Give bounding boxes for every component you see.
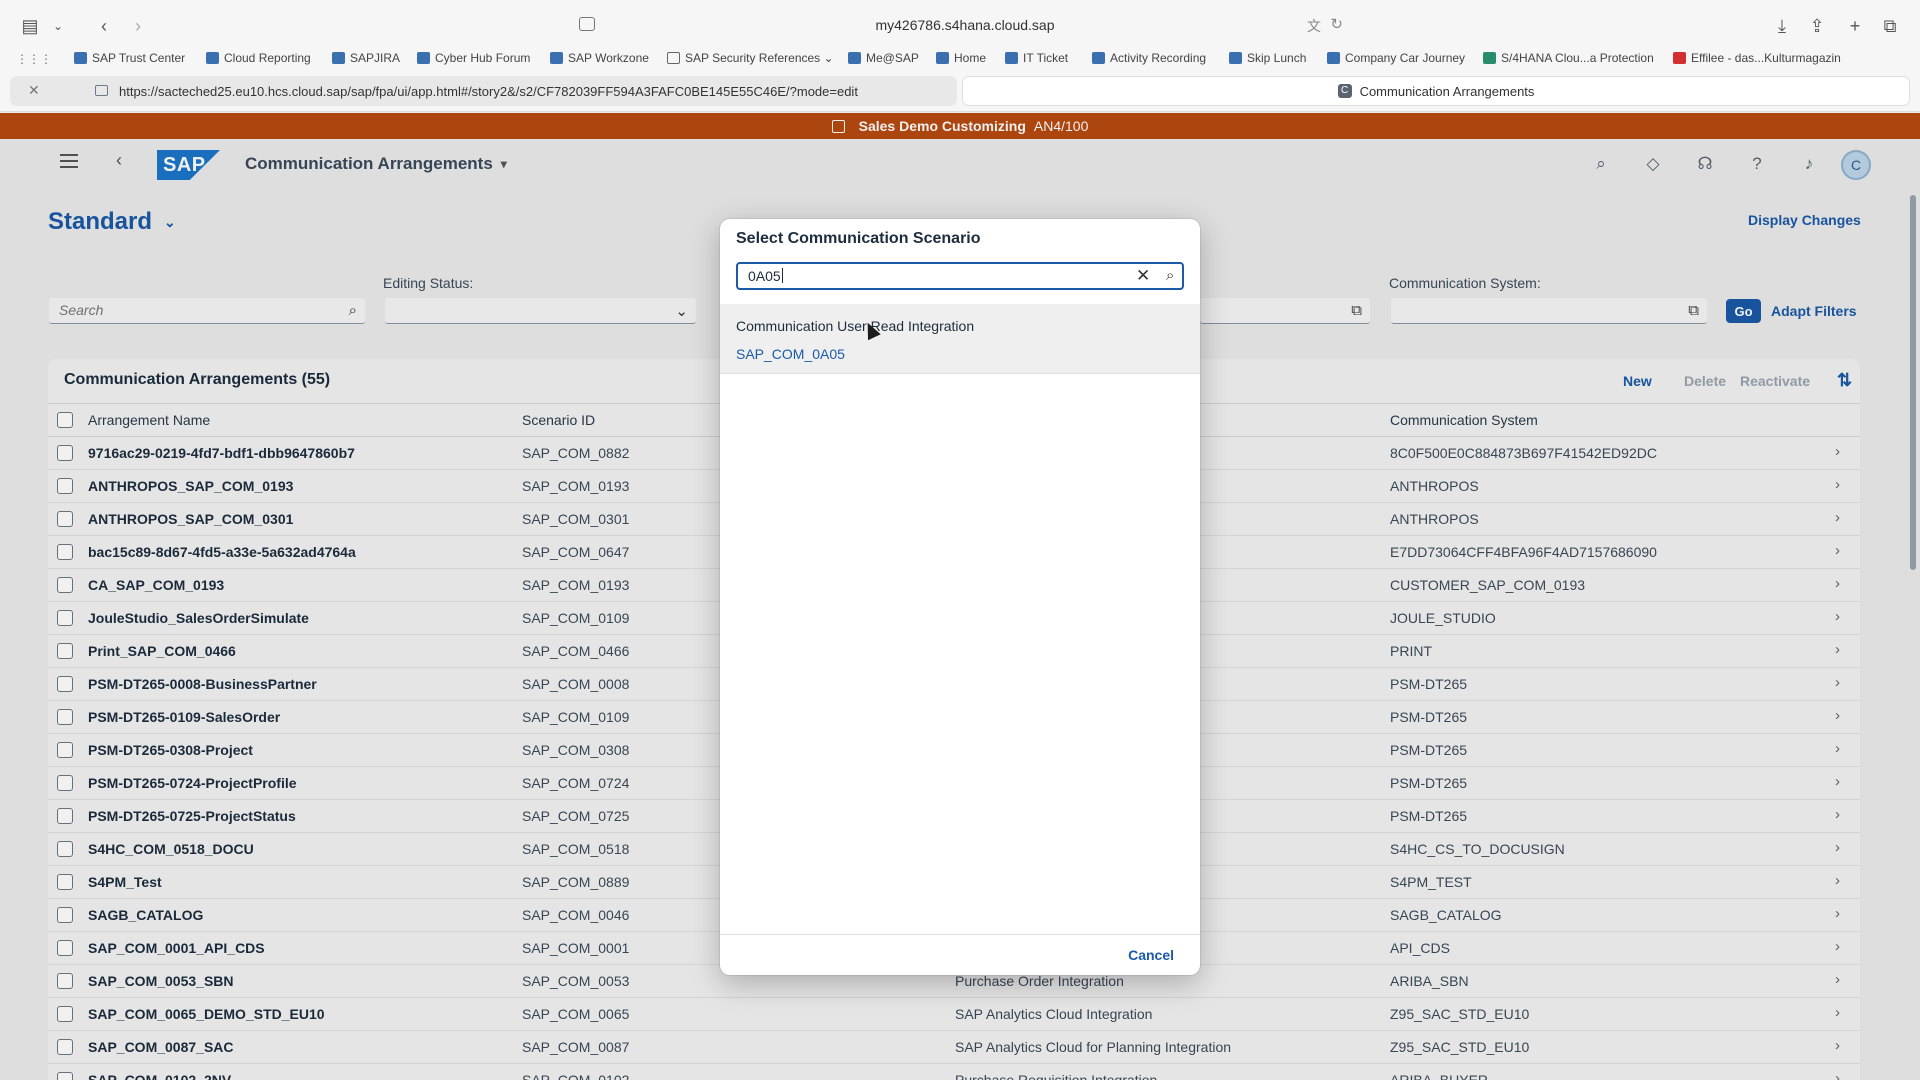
translate-icon[interactable]: 文 (1307, 16, 1321, 36)
bookmark-icon (206, 52, 219, 64)
tab-title: Communication Arrangements (1359, 83, 1535, 99)
browser-nav-row: ▤ ⌄ ‹ › my426786.s4hana.cloud.sap 文 ↻ ⤓ … (0, 0, 1920, 50)
bookmark-icon (936, 52, 949, 64)
bookmark-icon (1673, 52, 1686, 64)
share-icon[interactable]: ⇪ (1803, 12, 1831, 40)
back-icon[interactable]: ‹ (90, 12, 118, 40)
bookmark[interactable]: Me@SAP (848, 51, 919, 65)
bookmark-icon (1092, 52, 1105, 64)
download-icon[interactable]: ⤓ (1768, 12, 1796, 40)
bookmark-icon (1483, 52, 1496, 64)
dialog-title: Select Communication Scenario (736, 230, 981, 247)
bookmark[interactable]: SAP Security References ⌄ (667, 51, 834, 65)
scenario-id: SAP_COM_0A05 (736, 346, 845, 362)
text-caret (781, 268, 783, 283)
bookmark[interactable]: Skip Lunch (1229, 51, 1306, 65)
bookmark-icon (1005, 52, 1018, 64)
reload-icon[interactable]: ↻ (1330, 15, 1343, 33)
bookmark[interactable]: SAPJIRA (332, 51, 400, 65)
scenario-name: Communication User Read Integration (736, 318, 975, 334)
bookmark-icon (417, 52, 430, 64)
browser-tabs: ✕ https://sacteched25.eu10.hcs.cloud.sap… (0, 76, 1920, 106)
bookmark[interactable]: SAP Trust Center (74, 51, 185, 65)
cancel-button[interactable]: Cancel (1128, 947, 1174, 963)
bookmark[interactable]: Cloud Reporting (206, 51, 311, 65)
new-tab-icon[interactable]: + (1841, 12, 1869, 40)
close-icon[interactable]: ✕ (28, 82, 40, 99)
tab-overview-icon[interactable]: ⧉ (1876, 12, 1904, 40)
bookmark-icon (848, 52, 861, 64)
bookmark[interactable]: Company Car Journey (1327, 51, 1465, 65)
browser-toolbar: ▤ ⌄ ‹ › my426786.s4hana.cloud.sap 文 ↻ ⤓ … (0, 0, 1920, 112)
bookmark[interactable]: SAP Workzone (550, 51, 649, 65)
tab-favicon-icon (95, 85, 108, 96)
tab-favicon-icon: C (1337, 84, 1352, 98)
bookmark-icon (74, 52, 87, 64)
chevron-down-icon[interactable]: ⌄ (44, 12, 72, 40)
site-settings-icon[interactable] (579, 17, 595, 31)
folder-icon (667, 52, 680, 64)
bookmark[interactable]: Activity Recording (1092, 51, 1206, 65)
bookmark[interactable]: Cyber Hub Forum (417, 51, 530, 65)
browser-tab-active[interactable]: C Communication Arrangements (962, 76, 1910, 106)
bookmark[interactable]: IT Ticket (1005, 51, 1068, 65)
search-icon[interactable]: ⌕ (1166, 267, 1174, 284)
address-bar[interactable]: my426786.s4hana.cloud.sap 文 ↻ (575, 10, 1355, 40)
select-scenario-dialog: Select Communication Scenario 0A05 ✕ ⌕ C… (720, 219, 1200, 975)
bookmark[interactable]: S/4HANA Clou...a Protection (1483, 51, 1654, 65)
address-text: my426786.s4hana.cloud.sap (875, 17, 1055, 33)
scenario-search-input[interactable]: 0A05 ✕ ⌕ (736, 262, 1184, 290)
tab-title: https://sacteched25.eu10.hcs.cloud.sap/s… (119, 83, 858, 99)
search-value: 0A05 (748, 268, 781, 284)
sidebar-toggle-icon[interactable]: ▤ (16, 12, 44, 40)
bookmark[interactable]: Home (936, 51, 986, 65)
bookmark-icon (1327, 52, 1340, 64)
bookmark-icon (550, 52, 563, 64)
dialog-footer: Cancel (720, 934, 1200, 975)
bookmark-icon (1229, 52, 1242, 64)
bookmark-icon (332, 52, 345, 64)
bookmark[interactable]: Effilee - das...Kulturmagazin (1673, 51, 1841, 65)
bookmarks-bar: ⋮⋮⋮ SAP Trust Center Cloud Reporting SAP… (0, 50, 1920, 70)
clear-icon[interactable]: ✕ (1136, 266, 1150, 286)
browser-tab[interactable]: ✕ https://sacteched25.eu10.hcs.cloud.sap… (10, 76, 957, 106)
apps-grid-icon[interactable]: ⋮⋮⋮ (16, 52, 52, 66)
list-item[interactable]: Communication User Read Integration SAP_… (720, 304, 1200, 374)
forward-icon[interactable]: › (124, 12, 152, 40)
